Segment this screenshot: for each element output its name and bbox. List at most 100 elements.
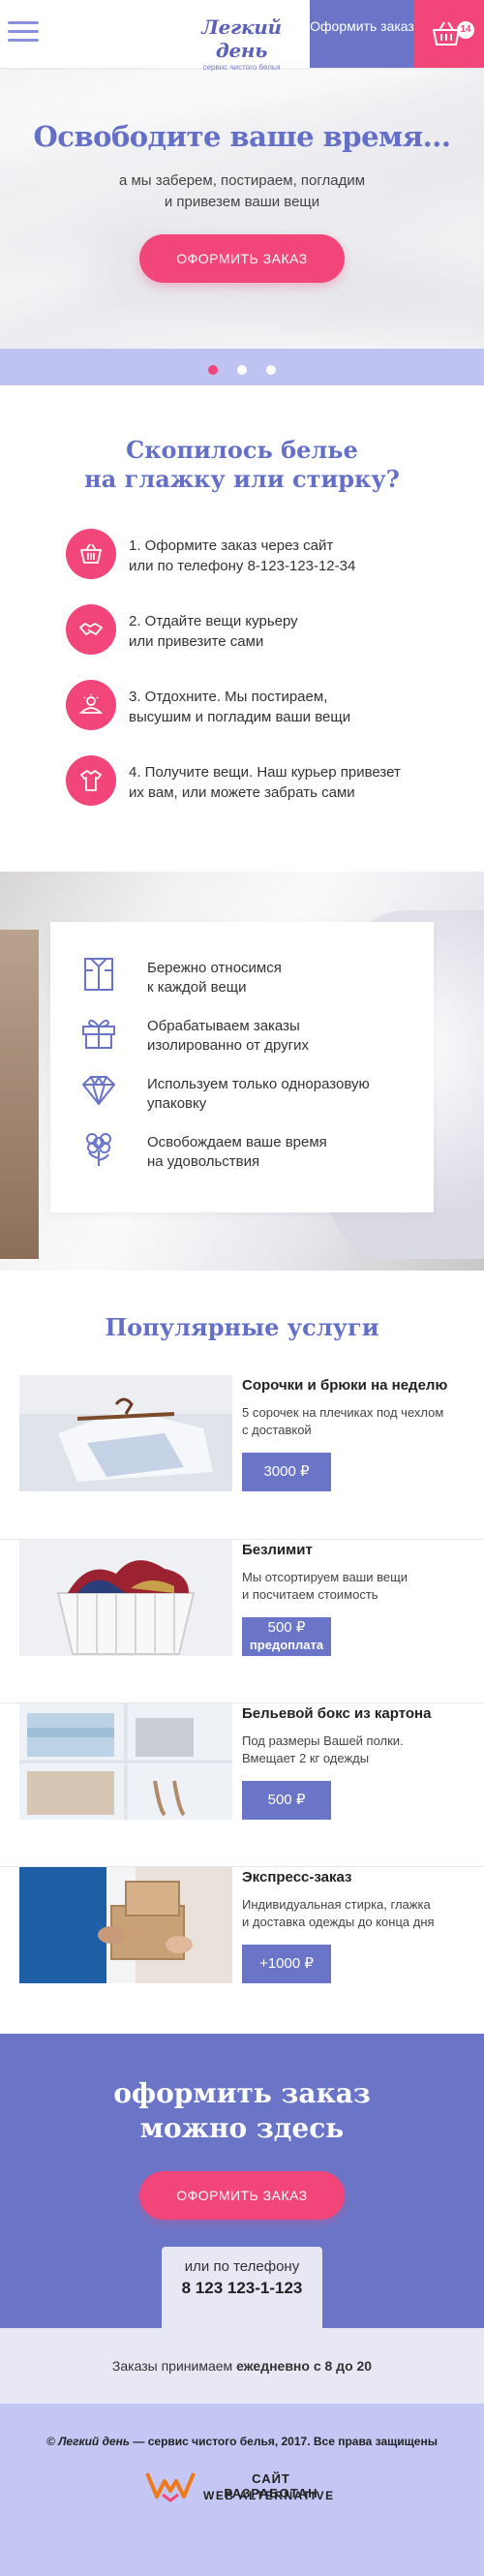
logo-title: Легкий день xyxy=(201,15,282,62)
benefit-item: Используем только одноразовую упаковку xyxy=(79,1069,434,1127)
service-price-note: предоплата xyxy=(249,1638,324,1652)
service-image-laundry-basket xyxy=(19,1540,232,1656)
site-footer: © Легкий день — сервис чистого белья, 20… xyxy=(0,2404,484,2576)
service-title: Экспресс-заказ xyxy=(242,1869,352,1886)
service-desc-line: Мы отсортируем ваши вещи xyxy=(242,1570,408,1584)
service-image-storage-box xyxy=(19,1703,232,1820)
benefit-text: Используем только одноразовую упаковку xyxy=(147,1075,370,1114)
hero-order-button[interactable]: ОФОРМИТЬ ЗАКАЗ xyxy=(139,234,345,283)
steps-title: Скопилось белье на глажку или стирку? xyxy=(0,436,484,494)
working-hours: Заказы принимаем ежедневно с 8 до 20 xyxy=(0,2328,484,2404)
gift-icon xyxy=(82,1019,115,1049)
benefit-line: Обрабатываем заказы xyxy=(147,1018,300,1034)
hours-prefix: Заказы принимаем xyxy=(111,2358,237,2374)
hours-value: ежедневно с 8 до 20 xyxy=(236,2358,373,2374)
step-item: 2. Отдайте вещи курьеру или привезите сам… xyxy=(0,604,484,680)
service-desc-line: 5 сорочек на плечиках под чехлом xyxy=(242,1405,444,1420)
step-line: 1. Оформите заказ через сайт xyxy=(129,537,334,554)
benefit-text: Бережно относимся к каждой вещи xyxy=(147,959,282,997)
phone-box: или по телефону 8 123 123-1-123 xyxy=(162,2247,322,2328)
slider-pagination xyxy=(0,349,484,385)
service-image-shirts xyxy=(19,1375,232,1491)
how-it-works-section: Скопилось белье на глажку или стирку? 1. … xyxy=(0,385,484,872)
cta-title-line: можно здесь xyxy=(139,2112,345,2144)
service-price: 500 ₽ xyxy=(267,1619,306,1636)
popular-services-section: Популярные услуги Сорочки и брюки на нед… xyxy=(0,1271,484,2034)
web-alternative-logo-icon xyxy=(145,2472,196,2502)
benefit-line: на удовольствия xyxy=(147,1153,260,1170)
hero-title: Освободите ваше время... xyxy=(33,120,451,153)
benefit-text: Освобождаем ваше время на удовольствия xyxy=(147,1133,327,1172)
service-desc-line: и посчитаем стоимость xyxy=(242,1587,378,1602)
service-title: Сорочки и брюки на неделю xyxy=(242,1377,448,1394)
benefit-line: упаковку xyxy=(147,1095,207,1112)
order-cta-section: оформить заказ можно здесь ОФОРМИТЬ ЗАКАЗ… xyxy=(0,2034,484,2328)
cart-button[interactable]: 14 xyxy=(414,0,484,68)
step-text: 3. Отдохните. Мы постираем, высушим и пог… xyxy=(129,687,458,727)
cta-title-line: оформить заказ xyxy=(113,2077,371,2109)
slide-dot-1[interactable] xyxy=(208,365,218,375)
handshake-icon xyxy=(66,604,116,655)
benefit-item: Обрабатываем заказы изолированно от други… xyxy=(79,1011,434,1069)
service-price-button[interactable]: 3000 ₽ xyxy=(242,1453,331,1491)
relax-icon xyxy=(66,680,116,730)
benefit-line: Используем только одноразовую xyxy=(147,1076,370,1092)
service-description: Мы отсортируем ваши вещи и посчитаем стои… xyxy=(242,1569,474,1604)
step-text: 4. Получите вещи. Наш курьер привезет их … xyxy=(129,762,458,803)
benefit-line: к каждой вещи xyxy=(147,979,247,996)
service-image-courier xyxy=(19,1867,232,1983)
benefit-item: Бережно относимся к каждой вещи xyxy=(79,953,434,1011)
benefits-section: Бережно относимся к каждой вещи Обрабатыв… xyxy=(0,872,484,1271)
developer-credit[interactable]: САЙТ РАЗРАБОТАН WEB ALTERNATIVE xyxy=(145,2468,339,2506)
hero-subtitle-line: а мы заберем, постираем, погладим xyxy=(118,172,366,189)
benefit-line: изолированно от других xyxy=(147,1037,309,1054)
slide-dot-3[interactable] xyxy=(266,365,276,375)
service-desc-line: Вмещает 2 кг одежды xyxy=(242,1751,370,1765)
benefit-item: Освобождаем ваше время на удовольствия xyxy=(79,1127,434,1185)
step-line: их вам, или можете забрать сами xyxy=(129,784,355,801)
step-text: 2. Отдайте вещи курьеру или привезите сам… xyxy=(129,611,458,652)
step-item: 3. Отдохните. Мы постираем, высушим и пог… xyxy=(0,680,484,755)
benefit-text: Обрабатываем заказы изолированно от други… xyxy=(147,1017,309,1056)
basket-icon xyxy=(432,21,461,46)
slide-dot-2[interactable] xyxy=(237,365,247,375)
services-title: Популярные услуги xyxy=(105,1313,379,1341)
service-desc-line: и доставка одежды до конца дня xyxy=(242,1915,435,1929)
step-line: или привезите сами xyxy=(129,633,264,650)
logo-subtitle: сервис чистого белья xyxy=(202,63,281,72)
benefits-card: Бережно относимся к каждой вещи Обрабатыв… xyxy=(50,922,434,1212)
phone-number[interactable]: 8 123 123-1-123 xyxy=(162,2279,322,2298)
steps-title-line: Скопилось белье xyxy=(126,436,358,464)
step-line: 4. Получите вещи. Наш курьер привезет xyxy=(129,764,401,781)
service-price-button[interactable]: 500 ₽ xyxy=(242,1781,331,1820)
service-card[interactable]: Безлимит Мы отсортируем ваши вещи и посчи… xyxy=(0,1539,484,1702)
header-order-button[interactable]: Оформить заказ xyxy=(310,0,414,68)
step-item: 1. Оформите заказ через сайт или по телеф… xyxy=(0,529,484,604)
folded-shirt-icon xyxy=(84,958,113,991)
step-line: 3. Отдохните. Мы постираем, xyxy=(129,689,328,705)
service-price-button[interactable]: 500 ₽ предоплата xyxy=(242,1617,331,1656)
cta-order-button[interactable]: ОФОРМИТЬ ЗАКАЗ xyxy=(139,2171,345,2220)
copyright-brand: © Легкий день xyxy=(46,2435,131,2448)
menu-icon[interactable] xyxy=(8,21,39,45)
step-line: или по телефону 8-123-123-12-34 xyxy=(129,558,356,574)
service-title: Бельевой бокс из картона xyxy=(242,1705,432,1722)
step-line: 2. Отдайте вещи курьеру xyxy=(129,613,298,629)
service-title: Безлимит xyxy=(242,1542,313,1558)
background-photo-window xyxy=(0,930,39,1259)
service-card[interactable]: Бельевой бокс из картона Под размеры Ваш… xyxy=(0,1702,484,1866)
service-description: Индивидуальная стирка, глажка и доставка … xyxy=(242,1896,474,1931)
copyright: © Легкий день — сервис чистого белья, 20… xyxy=(0,2435,484,2448)
benefit-line: Освобождаем ваше время xyxy=(147,1134,327,1150)
logo[interactable]: Легкий день сервис чистого белья xyxy=(176,15,307,72)
phone-label: или по телефону xyxy=(184,2258,300,2275)
shirt-icon xyxy=(66,755,116,806)
step-text: 1. Оформите заказ через сайт или по телеф… xyxy=(129,536,458,576)
site-header: Легкий день сервис чистого белья Оформит… xyxy=(0,0,484,72)
cta-title: оформить заказ можно здесь xyxy=(0,2076,484,2146)
service-card[interactable]: Сорочки и брюки на неделю 5 сорочек на п… xyxy=(0,1375,484,1539)
copyright-text: — сервис чистого белья, 2017. Все права … xyxy=(130,2435,438,2448)
service-price-button[interactable]: +1000 ₽ xyxy=(242,1945,331,1983)
service-desc-line: с доставкой xyxy=(242,1423,312,1437)
service-card[interactable]: Экспресс-заказ Индивидуальная стирка, гл… xyxy=(0,1866,484,2030)
